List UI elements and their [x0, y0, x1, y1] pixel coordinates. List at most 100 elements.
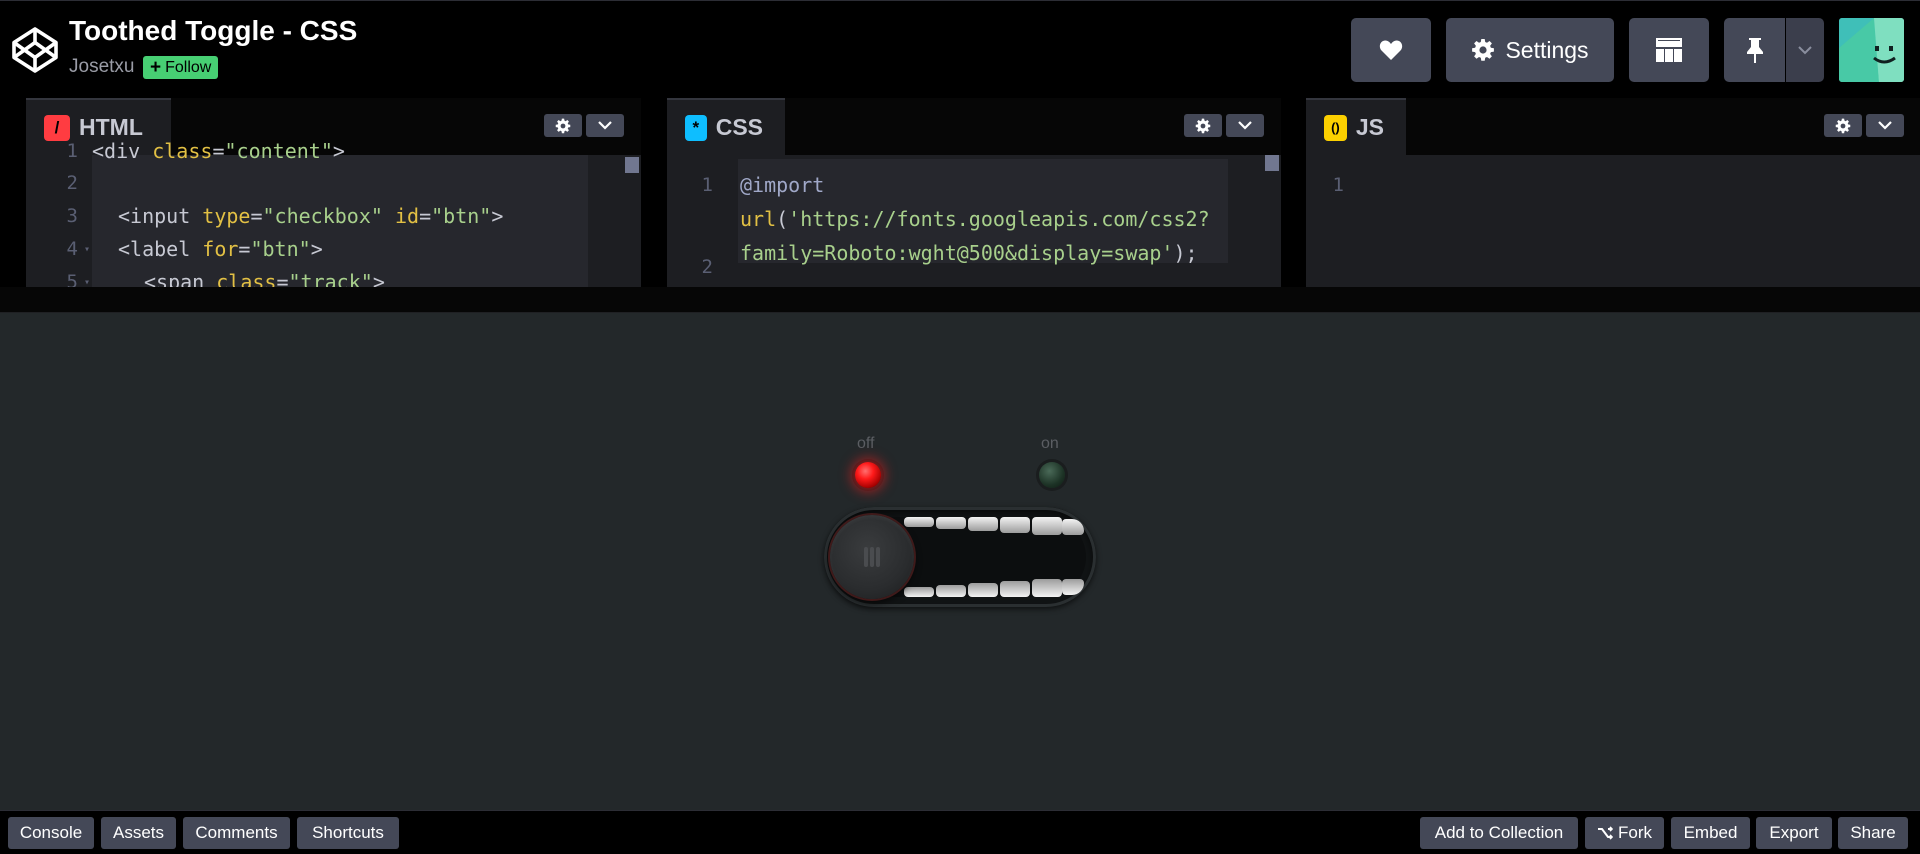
line-number: 1 [1332, 174, 1344, 196]
js-code-area[interactable]: 1 [1306, 155, 1920, 287]
html-collapse-button[interactable] [586, 114, 624, 137]
html-gutter: 1 2 3 4 ▾ 5 ▾ [26, 140, 118, 287]
code-line: <label for="btn"> [118, 237, 323, 261]
tab-js[interactable]: () JS [1306, 98, 1406, 155]
tooth [1062, 579, 1084, 595]
layout-icon [1656, 38, 1682, 62]
pin-dropdown-button[interactable] [1786, 18, 1824, 82]
tooth [904, 587, 934, 597]
tab-css[interactable]: * CSS [667, 98, 785, 155]
off-led-indicator [855, 462, 881, 488]
avatar-face-icon [1839, 18, 1904, 82]
tooth [936, 585, 966, 597]
chevron-down-icon [1238, 121, 1252, 130]
on-label: on [1041, 435, 1059, 452]
chevron-down-icon [1798, 45, 1812, 54]
css-editor-tabbar: * CSS [667, 98, 1281, 155]
js-gutter: 1 [1306, 155, 1398, 287]
code-line: <div class="content"> [92, 139, 345, 163]
tooth [1000, 517, 1030, 533]
css-code-area[interactable]: 1 2 @import url('https://fonts.googleapi… [667, 155, 1281, 287]
line-number: 2 [66, 172, 78, 194]
line-number: 4 [66, 238, 78, 260]
pen-title[interactable]: Toothed Toggle - CSS [69, 15, 357, 47]
add-to-collection-button[interactable]: Add to Collection [1420, 817, 1578, 849]
chevron-down-icon [598, 121, 612, 130]
tooth [904, 517, 934, 527]
codepen-logo-icon[interactable] [10, 25, 60, 75]
line-number: 5 [66, 271, 78, 287]
gear-icon [1835, 118, 1851, 133]
tooth [1032, 579, 1062, 597]
settings-label: Settings [1505, 36, 1589, 63]
line-number: 2 [701, 256, 713, 278]
css-editor: * CSS 1 2 @import url('https://fonts.goo… [667, 98, 1281, 287]
pin-icon [1746, 38, 1763, 63]
follow-button[interactable]: + Follow [143, 56, 219, 79]
plus-icon: + [150, 57, 162, 78]
user-avatar[interactable] [1839, 18, 1904, 82]
tooth [968, 583, 998, 597]
css-settings-button[interactable] [1184, 114, 1222, 137]
knob-grip-line [876, 547, 880, 567]
fork-button[interactable]: Fork [1585, 817, 1664, 849]
knob-grip-line [870, 547, 874, 567]
fold-arrow-icon[interactable]: ▾ [84, 277, 90, 287]
html-code-area[interactable]: 1 2 3 4 ▾ 5 ▾ <div class="content"> <inp… [26, 139, 641, 287]
follow-label: Follow [165, 59, 212, 76]
settings-button[interactable]: Settings [1446, 18, 1614, 82]
assets-button[interactable]: Assets [101, 817, 176, 849]
line-number: 1 [701, 174, 713, 196]
code-line: @import [740, 173, 825, 197]
comments-button[interactable]: Comments [183, 817, 290, 849]
tooth [1032, 517, 1062, 535]
code-line: family=Roboto:wght@500&display=swap'); [740, 241, 1198, 265]
shortcuts-button[interactable]: Shortcuts [297, 817, 399, 849]
fork-icon [1598, 826, 1613, 840]
code-line: url('https://fonts.googleapis.com/css2? [740, 207, 1210, 231]
tab-css-label: CSS [715, 114, 763, 140]
gear-icon [1472, 39, 1495, 61]
tooth [1062, 519, 1084, 535]
tooth [1000, 581, 1030, 597]
footer-bar: Console Assets Comments Shortcuts Add to… [0, 810, 1920, 854]
share-button[interactable]: Share [1838, 817, 1908, 849]
author-link[interactable]: Josetxu [69, 56, 134, 78]
css-badge-icon: * [685, 114, 707, 141]
code-line: <input type="checkbox" id="btn"> [118, 204, 504, 228]
heart-button[interactable] [1351, 18, 1431, 82]
js-settings-button[interactable] [1824, 114, 1862, 137]
toothed-toggle-switch[interactable] [824, 507, 1096, 607]
change-view-button[interactable] [1629, 18, 1709, 82]
off-label: off [857, 435, 875, 452]
line-number: 3 [66, 205, 78, 227]
chevron-down-icon [1878, 121, 1892, 130]
js-badge-icon: () [1324, 114, 1347, 141]
js-editor-tabbar: () JS [1306, 98, 1920, 155]
gear-icon [1195, 118, 1211, 133]
pen-header: Toothed Toggle - CSS Josetxu + Follow Se… [0, 0, 1920, 98]
heart-icon [1379, 40, 1403, 60]
fork-label: Fork [1618, 823, 1652, 842]
html-settings-button[interactable] [544, 114, 582, 137]
css-collapse-button[interactable] [1226, 114, 1264, 137]
html-editor: / HTML 1 2 3 4 ▾ 5 ▾ <div class="content… [26, 98, 641, 287]
export-button[interactable]: Export [1756, 817, 1832, 849]
pin-button[interactable] [1724, 18, 1785, 82]
toggle-knob[interactable] [830, 515, 914, 599]
knob-grip-line [864, 547, 868, 567]
gear-icon [555, 118, 571, 133]
line-number: 1 [66, 140, 78, 162]
tab-js-label: JS [1355, 114, 1384, 140]
js-editor: () JS 1 [1306, 98, 1920, 287]
html-scrollbar-thumb[interactable] [625, 157, 639, 173]
embed-button[interactable]: Embed [1671, 817, 1750, 849]
editors-panel: / HTML 1 2 3 4 ▾ 5 ▾ <div class="content… [0, 98, 1920, 287]
css-scrollbar-thumb[interactable] [1265, 155, 1279, 171]
fold-arrow-icon[interactable]: ▾ [84, 244, 90, 255]
editor-resize-handle[interactable] [0, 287, 1920, 313]
code-line: <span class="track"> [144, 270, 385, 287]
js-collapse-button[interactable] [1866, 114, 1904, 137]
console-button[interactable]: Console [8, 817, 94, 849]
on-led-indicator [1039, 462, 1065, 488]
